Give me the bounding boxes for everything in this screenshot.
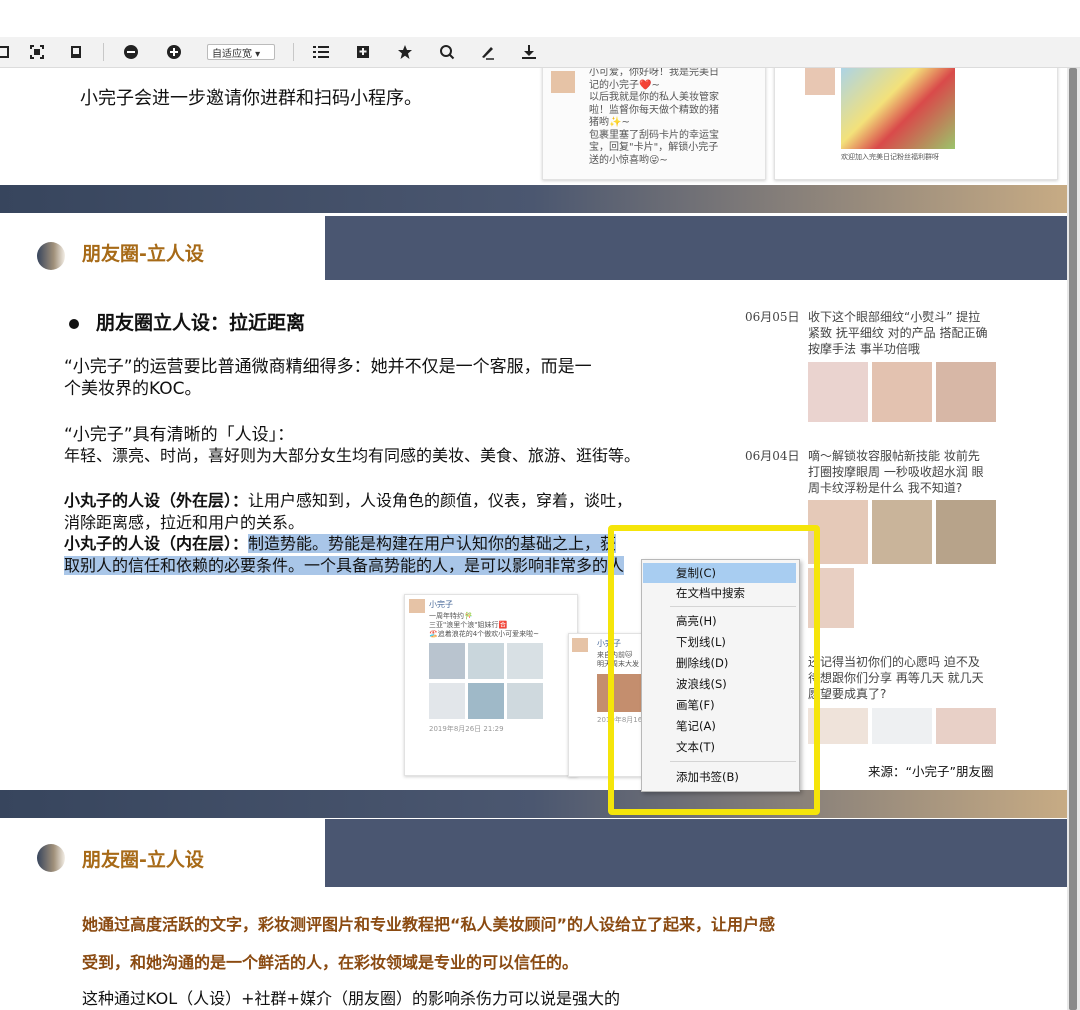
outer-layer-line-2: 消除距离感，拉近和用户的关系。 <box>64 513 305 532</box>
post-text: 收下这个眼部细纹“小熨斗” 提拉 <box>808 310 981 324</box>
photo <box>429 683 465 719</box>
list-icon[interactable] <box>310 41 332 63</box>
paragraph-1-line-1: “小完子”的运营要比普通微商精细得多：她并不仅是一个客服，而是一 <box>64 357 592 377</box>
photo <box>872 708 932 744</box>
avatar <box>551 71 575 93</box>
download-icon[interactable] <box>518 41 540 63</box>
post-text: 还记得当初你们的心愿吗 迫不及 <box>808 655 980 669</box>
toolbar-divider <box>293 43 294 61</box>
scrollbar-thumb[interactable] <box>1069 68 1077 1010</box>
chat-line: 包裹里塞了刮码卡片的幸运宝 <box>589 129 719 141</box>
avatar <box>805 68 835 95</box>
photo <box>468 683 504 719</box>
avatar <box>572 638 588 652</box>
chat-line: 宝，回复"卡片"，解锁小完子 <box>589 142 719 153</box>
teletubbies-image <box>841 68 955 149</box>
photo <box>872 500 932 564</box>
post-text: 嘀～解锁妆容服帖新技能 妆前先 <box>808 449 980 463</box>
photo <box>936 362 996 422</box>
section-divider-band <box>0 790 1067 818</box>
inner-layer-line-1: 小丸子的人设（内在层）：制造势能。势能是构建在用户认知你的基础之上，获 <box>64 533 617 555</box>
photo <box>429 643 465 679</box>
post-text: 紧致 抚平细纹 对的产品 搭配正确 <box>808 326 988 340</box>
fullscreen-icon[interactable] <box>26 41 48 63</box>
chat-line: 猪哟✨~ <box>589 117 630 128</box>
bullet-circle-icon <box>37 844 65 872</box>
moment-text: 🏖️追着浪花的4个傲欢小可爱来啦~ <box>429 630 540 638</box>
toolbar-divider <box>103 43 104 61</box>
selected-text[interactable]: 制造势能。势能是构建在用户认知你的基础之上，获 <box>248 534 617 553</box>
section2-bold-line-2: 受到，和她沟通的是一个鲜活的人，在彩妆领域是专业的可以信任的。 <box>82 953 579 972</box>
chat-line: 送的小惊喜哟😜~ <box>589 154 668 166</box>
moment-card: 小完子 一周年特约🎋 三亚"浪里个浪"姐妹行🈴 🏖️追着浪花的4个傲欢小可爱来啦… <box>404 594 578 776</box>
inner-layer-label: 小丸子的人设（内在层）： <box>64 534 249 553</box>
chat-card: 小可爱，你好呀！我是完美日 记的小完子❤️~ 以后我就是你的私人美妆管家 啦！监督你每… <box>542 68 766 180</box>
fit-page-icon[interactable] <box>65 41 87 63</box>
outer-layer-line-1: 小丸子的人设（外在层）：让用户感知到，人设角色的颜值，仪表，穿着，谈吐， <box>64 490 632 512</box>
paragraph-2-line-2: 年轻、漂亮、时尚，喜好则为大部分女生均有同感的美妆、美食、旅游、逛街等。 <box>64 446 641 465</box>
pen-icon[interactable] <box>476 41 498 63</box>
photo <box>468 643 504 679</box>
chat-line: 以后我就是你的私人美妆管家 <box>589 92 719 103</box>
bookmark-add-icon[interactable] <box>352 41 374 63</box>
section-divider-band <box>0 185 1067 213</box>
zoom-select[interactable]: 自适应宽 ▾ <box>207 44 275 60</box>
section2-line-3: 这种通过KOL（人设）+社群+媒介（朋友圈）的影响杀伤力可以说是强大的 <box>82 989 620 1008</box>
section2-bold-line-1: 她通过高度活跃的文字，彩妆测评图片和专业教程把“私人美妆顾问”的人设给立了起来，… <box>82 915 776 934</box>
photo <box>507 683 543 719</box>
post-text: 按摩手法 事半功倍哦 <box>808 342 920 356</box>
inner-layer-line-2: 取别人的信任和依赖的必要条件。一个具备高势能的人，是可以影响非常多的人 <box>64 555 625 577</box>
photo <box>507 643 543 679</box>
pdf-toolbar: 自适应宽 ▾ <box>0 37 1080 68</box>
document-view[interactable]: 小完子会进一步邀请你进群和扫码小程序。 小可爱，你好呀！我是完美日 记的小完子❤️… <box>0 68 1067 1010</box>
paragraph-1-line-2: 个美妆界的KOC。 <box>64 379 202 399</box>
search-icon[interactable] <box>436 41 458 63</box>
group-card: 欢迎加入完美日记粉丝福利群呀 <box>774 68 1058 180</box>
avatar <box>409 599 425 613</box>
post-date: 06月04日 <box>745 449 800 463</box>
photo <box>936 708 996 744</box>
photo <box>872 362 932 422</box>
zoom-in-icon[interactable] <box>163 41 185 63</box>
moment-date: 2019年8月26日 21:29 <box>429 725 504 733</box>
section-header-block <box>325 216 1067 280</box>
star-icon[interactable] <box>394 41 416 63</box>
group-caption: 欢迎加入完美日记粉丝福利群呀 <box>841 153 939 161</box>
outer-layer-label: 小丸子的人设（外在层）： <box>64 491 249 510</box>
outer-layer-text: 让用户感知到，人设角色的颜值，仪表，穿着，谈吐， <box>248 491 633 510</box>
photo <box>936 500 996 564</box>
section-title: 朋友圈-立人设 <box>82 849 204 871</box>
zoom-out-icon[interactable] <box>120 41 142 63</box>
intro-text: 小完子会进一步邀请你进群和扫码小程序。 <box>80 88 422 109</box>
photo <box>808 362 868 422</box>
post-text: 周卡纹浮粉是什么 我不知道? <box>808 481 963 495</box>
chat-line: 记的小完子❤️~ <box>589 79 660 91</box>
source-caption: 来源：“小完子”朋友圈 <box>868 764 994 779</box>
selected-text[interactable]: 取别人的信任和依赖的必要条件。一个具备高势能的人，是可以影响非常多的人 <box>64 556 625 575</box>
chat-line: 小可爱，你好呀！我是完美日 <box>589 68 719 78</box>
bullet-circle-icon <box>37 242 65 270</box>
top-strip <box>0 0 1080 37</box>
select-icon[interactable] <box>0 41 14 63</box>
bullet-heading: 朋友圈立人设：拉近距离 <box>96 312 306 334</box>
post-text: 待想跟你们分享 再等几天 就几天 <box>808 671 984 685</box>
bullet-dot-icon <box>69 319 79 329</box>
post-date: 06月05日 <box>745 310 800 324</box>
paragraph-2-line-1: “小完子”具有清晰的「人设」： <box>64 425 295 445</box>
annotation-highlight-box <box>608 525 820 815</box>
chat-line: 啦！监督你每天做个精致的猪 <box>589 104 719 116</box>
post-text: 打圈按摩眼周 一秒吸收超水润 眼 <box>808 465 984 479</box>
section-header-block <box>325 819 1067 887</box>
section-title: 朋友圈-立人设 <box>82 243 204 265</box>
